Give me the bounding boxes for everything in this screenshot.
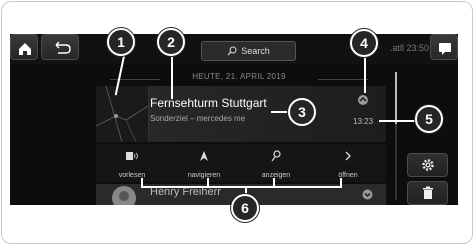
settings-button[interactable] — [407, 153, 448, 177]
callout-4-line — [364, 57, 366, 93]
card-subtitle: Sonderziel – mercedes me — [150, 114, 246, 123]
status-clock: .atll 23:50 — [390, 43, 429, 53]
action-anzeigen[interactable]: anzeigen — [240, 144, 312, 182]
speaker-icon — [126, 152, 138, 160]
message-icon — [439, 43, 451, 55]
action-label: navigieren — [187, 172, 221, 179]
trash-icon — [422, 186, 433, 199]
expand-icon[interactable] — [362, 189, 373, 200]
callout-6: 6 — [231, 194, 259, 222]
callout-2: 2 — [157, 28, 185, 56]
gear-icon — [421, 159, 434, 171]
delete-button[interactable] — [407, 181, 448, 205]
search-button[interactable]: Search — [201, 41, 296, 61]
home-button[interactable] — [10, 34, 38, 60]
pin-icon — [271, 150, 281, 162]
callout-6-line — [141, 186, 342, 188]
action-bar: vorlesen navigieren anzeigen öffnen — [96, 144, 386, 182]
date-header: HEUTE, 21. APRIL 2019 — [110, 72, 368, 86]
callout-3: 3 — [288, 98, 316, 126]
callout-3-line — [271, 111, 289, 113]
navigate-arrow-icon — [200, 151, 208, 161]
collapse-icon[interactable] — [357, 94, 369, 106]
map-thumbnail — [95, 85, 149, 143]
search-label: Search — [241, 46, 270, 56]
messages-button[interactable] — [430, 34, 458, 60]
callout-4: 4 — [350, 29, 378, 57]
action-oeffnen[interactable]: öffnen — [312, 144, 384, 182]
scrollbar-thumb[interactable] — [395, 72, 397, 124]
card-title: Fernsehturm Stuttgart — [150, 96, 267, 110]
card-time: 13:23 — [353, 117, 374, 126]
time-label: 23:50 — [406, 43, 430, 53]
chevron-right-icon — [345, 151, 351, 161]
home-icon — [19, 43, 31, 55]
callout-2-line — [171, 57, 173, 99]
map-icon — [95, 85, 149, 143]
callout-1: 1 — [107, 28, 135, 56]
signal-indicator: .atll — [390, 43, 405, 53]
search-icon — [227, 46, 237, 56]
action-vorlesen[interactable]: vorlesen — [96, 144, 168, 182]
back-arrow-icon — [55, 41, 71, 54]
avatar — [112, 186, 136, 205]
action-label: anzeigen — [261, 172, 291, 179]
callout-5-line — [379, 120, 417, 122]
back-button[interactable] — [41, 34, 79, 60]
callout-5: 5 — [415, 105, 443, 133]
action-navigieren[interactable]: navigieren — [168, 144, 240, 182]
